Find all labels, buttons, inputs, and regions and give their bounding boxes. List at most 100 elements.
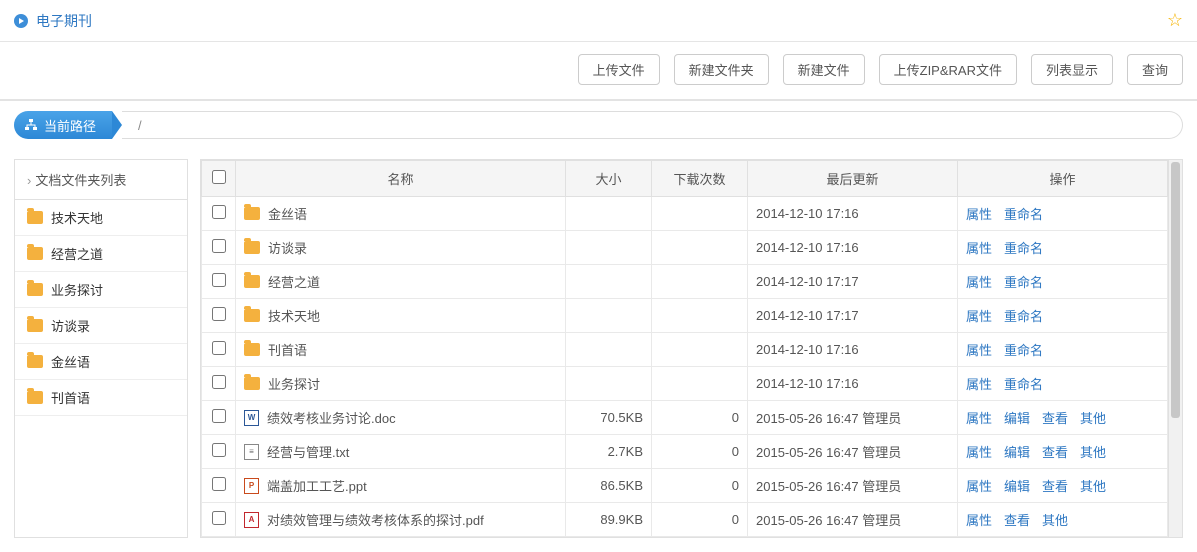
action-rename[interactable]: 重命名 xyxy=(1004,309,1043,324)
action-attr[interactable]: 属性 xyxy=(966,445,992,460)
action-attr[interactable]: 属性 xyxy=(966,411,992,426)
download-count: 0 xyxy=(652,435,748,469)
sidebar-item[interactable]: 金丝语 xyxy=(15,344,187,380)
action-view[interactable]: 查看 xyxy=(1004,513,1030,528)
row-checkbox[interactable] xyxy=(212,443,226,457)
file-name[interactable]: 经营之道 xyxy=(268,272,320,291)
table-row: 访谈录2014-12-10 17:16属性重命名 xyxy=(202,231,1168,265)
action-view[interactable]: 查看 xyxy=(1042,411,1068,426)
action-attr[interactable]: 属性 xyxy=(966,513,992,528)
action-edit[interactable]: 编辑 xyxy=(1004,411,1030,426)
action-rename[interactable]: 重命名 xyxy=(1004,275,1043,290)
file-size: 2.7KB xyxy=(566,435,652,469)
action-attr[interactable]: 属性 xyxy=(966,343,992,358)
page-header: 电子期刊 ☆ xyxy=(0,0,1197,42)
file-name[interactable]: 经营与管理.txt xyxy=(267,442,349,461)
txt-file-icon: ≡ xyxy=(244,444,259,460)
download-count xyxy=(652,197,748,231)
sidebar-item[interactable]: 技术天地 xyxy=(15,200,187,236)
row-checkbox[interactable] xyxy=(212,409,226,423)
file-name[interactable]: 业务探讨 xyxy=(268,374,320,393)
folder-icon xyxy=(244,343,260,356)
list-view-button[interactable]: 列表显示 xyxy=(1031,54,1113,85)
sidebar: ›文档文件夹列表 技术天地经营之道业务探讨访谈录金丝语刊首语 xyxy=(14,159,188,538)
table-row: A对绩效管理与绩效考核体系的探讨.pdf89.9KB02015-05-26 16… xyxy=(202,503,1168,537)
row-checkbox[interactable] xyxy=(212,511,226,525)
action-other[interactable]: 其他 xyxy=(1080,445,1106,460)
file-size xyxy=(566,265,652,299)
content-area: 名称 大小 下载次数 最后更新 操作 金丝语2014-12-10 17:16属性… xyxy=(200,159,1183,538)
action-attr[interactable]: 属性 xyxy=(966,479,992,494)
updated-time: 2014-12-10 17:16 xyxy=(748,333,958,367)
select-all-checkbox[interactable] xyxy=(212,170,226,184)
col-size: 大小 xyxy=(566,161,652,197)
chevron-right-icon: › xyxy=(27,173,31,188)
ppt-file-icon: P xyxy=(244,478,259,494)
sidebar-item-label: 业务探讨 xyxy=(51,280,103,299)
action-rename[interactable]: 重命名 xyxy=(1004,241,1043,256)
action-other[interactable]: 其他 xyxy=(1042,513,1068,528)
new-file-button[interactable]: 新建文件 xyxy=(783,54,865,85)
row-checkbox[interactable] xyxy=(212,375,226,389)
new-folder-button[interactable]: 新建文件夹 xyxy=(674,54,769,85)
path-input[interactable]: / xyxy=(122,111,1183,139)
row-checkbox[interactable] xyxy=(212,239,226,253)
upload-file-button[interactable]: 上传文件 xyxy=(578,54,660,85)
path-value: / xyxy=(138,118,142,133)
query-button[interactable]: 查询 xyxy=(1127,54,1183,85)
sidebar-item[interactable]: 经营之道 xyxy=(15,236,187,272)
download-count: 0 xyxy=(652,469,748,503)
upload-zip-button[interactable]: 上传ZIP&RAR文件 xyxy=(879,54,1017,85)
folder-icon xyxy=(27,319,43,332)
action-edit[interactable]: 编辑 xyxy=(1004,479,1030,494)
sidebar-item[interactable]: 访谈录 xyxy=(15,308,187,344)
file-name[interactable]: 端盖加工工艺.ppt xyxy=(267,476,367,495)
file-name[interactable]: 刊首语 xyxy=(268,340,307,359)
action-attr[interactable]: 属性 xyxy=(966,377,992,392)
file-name[interactable]: 金丝语 xyxy=(268,204,307,223)
updated-time: 2015-05-26 16:47 管理员 xyxy=(748,469,958,503)
action-other[interactable]: 其他 xyxy=(1080,479,1106,494)
action-attr[interactable]: 属性 xyxy=(966,309,992,324)
folder-icon xyxy=(27,355,43,368)
sidebar-item[interactable]: 业务探讨 xyxy=(15,272,187,308)
file-name[interactable]: 对绩效管理与绩效考核体系的探讨.pdf xyxy=(267,510,484,529)
file-size xyxy=(566,299,652,333)
file-size: 89.9KB xyxy=(566,503,652,537)
table-row: 经营之道2014-12-10 17:17属性重命名 xyxy=(202,265,1168,299)
file-name[interactable]: 访谈录 xyxy=(268,238,307,257)
sidebar-heading: ›文档文件夹列表 xyxy=(15,160,187,200)
action-attr[interactable]: 属性 xyxy=(966,241,992,256)
row-checkbox[interactable] xyxy=(212,273,226,287)
row-checkbox[interactable] xyxy=(212,341,226,355)
file-name[interactable]: 绩效考核业务讨论.doc xyxy=(267,408,396,427)
folder-icon xyxy=(244,241,260,254)
file-name[interactable]: 技术天地 xyxy=(268,306,320,325)
row-actions: 属性重命名 xyxy=(958,265,1168,299)
row-checkbox[interactable] xyxy=(212,477,226,491)
row-actions: 属性重命名 xyxy=(958,197,1168,231)
action-rename[interactable]: 重命名 xyxy=(1004,343,1043,358)
col-updated: 最后更新 xyxy=(748,161,958,197)
action-edit[interactable]: 编辑 xyxy=(1004,445,1030,460)
scrollbar-thumb[interactable] xyxy=(1171,162,1180,418)
doc-file-icon: W xyxy=(244,410,259,426)
row-checkbox[interactable] xyxy=(212,205,226,219)
action-other[interactable]: 其他 xyxy=(1080,411,1106,426)
action-view[interactable]: 查看 xyxy=(1042,479,1068,494)
download-count: 0 xyxy=(652,401,748,435)
row-checkbox[interactable] xyxy=(212,307,226,321)
sidebar-item[interactable]: 刊首语 xyxy=(15,380,187,416)
table-row: 业务探讨2014-12-10 17:16属性重命名 xyxy=(202,367,1168,401)
row-actions: 属性重命名 xyxy=(958,231,1168,265)
action-attr[interactable]: 属性 xyxy=(966,275,992,290)
sidebar-item-label: 经营之道 xyxy=(51,244,103,263)
row-actions: 属性编辑查看其他 xyxy=(958,435,1168,469)
download-count xyxy=(652,367,748,401)
favorite-icon[interactable]: ☆ xyxy=(1167,10,1183,31)
action-view[interactable]: 查看 xyxy=(1042,445,1068,460)
action-rename[interactable]: 重命名 xyxy=(1004,377,1043,392)
action-rename[interactable]: 重命名 xyxy=(1004,207,1043,222)
vertical-scrollbar[interactable] xyxy=(1169,159,1183,538)
action-attr[interactable]: 属性 xyxy=(966,207,992,222)
